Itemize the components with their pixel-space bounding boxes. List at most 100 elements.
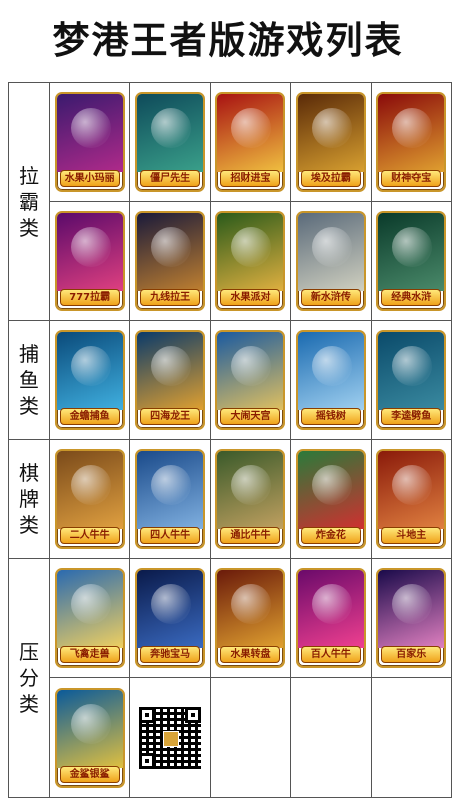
- category-card-games: 棋 牌 类: [8, 439, 50, 559]
- game-art: [217, 451, 284, 529]
- game-tile[interactable]: 招财进宝: [215, 92, 286, 192]
- game-label: 埃及拉霸: [300, 170, 361, 187]
- game-tile[interactable]: 炸金花: [295, 449, 366, 549]
- game-tile[interactable]: 大闹天宫: [215, 330, 286, 430]
- game-art: [56, 689, 123, 768]
- game-label: 水果小玛丽: [59, 170, 120, 187]
- game-art: [56, 332, 123, 410]
- qr-finder: [139, 706, 156, 723]
- qr-finder: [139, 752, 156, 769]
- game-label: 财神夺宝: [381, 170, 442, 187]
- game-art: [137, 94, 204, 172]
- category-char: 类: [19, 394, 39, 418]
- game-art: [217, 332, 284, 410]
- game-tile[interactable]: 二人牛牛: [54, 449, 125, 549]
- game-art: [297, 451, 364, 529]
- game-tile[interactable]: 埃及拉霸: [295, 92, 366, 192]
- category-char: 棋: [19, 461, 39, 485]
- category-char: 压: [19, 640, 39, 664]
- game-label: 通比牛牛: [220, 527, 281, 544]
- game-label: 水果转盘: [220, 646, 281, 663]
- game-label: 新水浒传: [300, 289, 361, 306]
- qr-code-icon: [137, 704, 204, 771]
- game-art: [56, 213, 123, 291]
- game-label: 水果派对: [220, 289, 281, 306]
- game-tile[interactable]: 水果小玛丽: [54, 92, 125, 192]
- game-tile[interactable]: 百人牛牛: [295, 568, 366, 668]
- game-label: 金鲨银鲨: [59, 765, 120, 783]
- game-art: [217, 570, 284, 648]
- game-tile[interactable]: 水果转盘: [215, 568, 286, 668]
- game-label: 奔驰宝马: [140, 646, 201, 663]
- qr-center-logo: [163, 730, 180, 747]
- game-label: 二人牛牛: [59, 527, 120, 544]
- category-slots: 拉 霸 类: [8, 82, 50, 321]
- game-art: [137, 451, 204, 529]
- game-tile[interactable]: 四人牛牛: [135, 449, 206, 549]
- page-title: 梦港王者版游戏列表: [52, 19, 404, 62]
- game-tile[interactable]: 财神夺宝: [376, 92, 447, 192]
- game-label: 飞禽走兽: [59, 646, 120, 663]
- category-char: 类: [19, 692, 39, 716]
- game-art: [378, 570, 445, 648]
- empty-cell: [370, 677, 453, 798]
- game-label: 炸金花: [300, 527, 361, 544]
- game-label: 李逵劈鱼: [381, 408, 442, 425]
- game-tile[interactable]: 李逵劈鱼: [376, 330, 447, 430]
- game-tile[interactable]: 九线拉王: [135, 211, 206, 311]
- game-art: [378, 451, 445, 529]
- category-char: 鱼: [19, 368, 39, 392]
- game-tile[interactable]: 水果派对: [215, 211, 286, 311]
- game-label: 百人牛牛: [300, 646, 361, 663]
- game-art: [378, 94, 445, 172]
- game-label: 四人牛牛: [140, 527, 201, 544]
- game-tile[interactable]: 新水浒传: [295, 211, 366, 311]
- game-tile[interactable]: 百家乐: [376, 568, 447, 668]
- game-art: [137, 570, 204, 648]
- game-list-table: 拉 霸 类 水果小玛丽 僵尸先生 招财进宝 埃及拉霸 财神夺宝 777拉霸 九线…: [8, 82, 453, 798]
- game-label: 四海龙王: [140, 408, 201, 425]
- game-tile[interactable]: 经典水浒: [376, 211, 447, 311]
- game-tile[interactable]: 通比牛牛: [215, 449, 286, 549]
- game-tile[interactable]: 摇钱树: [295, 330, 366, 430]
- category-char: 捕: [19, 342, 39, 366]
- game-art: [297, 94, 364, 172]
- category-char: 牌: [19, 487, 39, 511]
- category-char: 霸: [19, 189, 39, 214]
- game-label: 僵尸先生: [140, 170, 201, 187]
- game-label: 百家乐: [381, 646, 442, 663]
- game-art: [56, 570, 123, 648]
- game-art: [297, 213, 364, 291]
- game-art: [217, 94, 284, 172]
- game-label: 招财进宝: [220, 170, 281, 187]
- game-tile[interactable]: 僵尸先生: [135, 92, 206, 192]
- game-tile[interactable]: 飞禽走兽: [54, 568, 125, 668]
- game-tile[interactable]: 奔驰宝马: [135, 568, 206, 668]
- category-char: 拉: [19, 163, 39, 188]
- qr-finder: [185, 706, 202, 723]
- category-betting: 压 分 类: [8, 558, 50, 798]
- game-art: [56, 94, 123, 172]
- game-tile[interactable]: 777拉霸: [54, 211, 125, 311]
- game-art: [137, 213, 204, 291]
- game-art: [297, 332, 364, 410]
- game-tile[interactable]: 斗地主: [376, 449, 447, 549]
- game-tile[interactable]: 四海龙王: [135, 330, 206, 430]
- game-label: 斗地主: [381, 527, 442, 544]
- game-tile[interactable]: 金鲨银鲨: [54, 687, 125, 788]
- game-label: 摇钱树: [300, 408, 361, 425]
- game-art: [378, 332, 445, 410]
- game-label: 777拉霸: [59, 289, 120, 306]
- game-art: [378, 213, 445, 291]
- game-label: 经典水浒: [381, 289, 442, 306]
- game-tile[interactable]: 金蟾捕鱼: [54, 330, 125, 430]
- category-fishing: 捕 鱼 类: [8, 320, 50, 440]
- game-label: 金蟾捕鱼: [59, 408, 120, 425]
- category-char: 分: [19, 666, 39, 690]
- game-art: [56, 451, 123, 529]
- game-art: [137, 332, 204, 410]
- category-char: 类: [19, 215, 39, 240]
- game-art: [217, 213, 284, 291]
- empty-cell: [209, 677, 292, 798]
- game-label: 大闹天宫: [220, 408, 281, 425]
